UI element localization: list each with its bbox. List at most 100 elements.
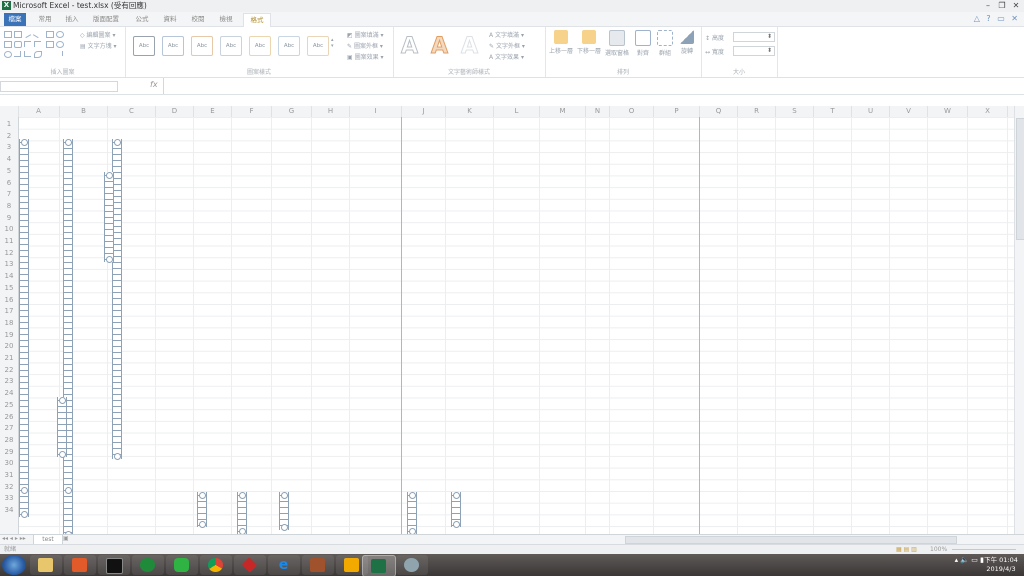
shape-outline-button[interactable]: ✎ 圖案外框 ▾ (347, 41, 383, 50)
shape-handle[interactable] (453, 521, 460, 528)
brace-shape-icon[interactable] (46, 51, 52, 56)
shape-handle[interactable] (114, 139, 121, 146)
row-header-31[interactable]: 31 (0, 470, 18, 482)
row-header-7[interactable]: 7 (0, 189, 18, 201)
row-header-6[interactable]: 6 (0, 178, 18, 190)
curve-shape-icon[interactable] (34, 51, 42, 58)
formula-input[interactable] (163, 78, 1014, 94)
column-header-P[interactable]: P (654, 106, 700, 117)
row-header-14[interactable]: 14 (0, 271, 18, 283)
row-header-1[interactable]: 1 (0, 119, 18, 131)
ribbon-help-icons[interactable]: △ ? ▭ ✕ (974, 14, 1020, 23)
arrow-shape-icon[interactable] (14, 51, 21, 57)
height-spinner[interactable]: ⬍ (733, 32, 775, 42)
column-header-M[interactable]: M (540, 106, 586, 117)
row-header-9[interactable]: 9 (0, 213, 18, 225)
tab-view[interactable]: 檢視 (214, 13, 238, 26)
column-header-O[interactable]: O (610, 106, 654, 117)
column-header-I[interactable]: I (350, 106, 402, 117)
triangle-shape-icon[interactable] (4, 51, 12, 58)
minimize-button[interactable]: – (982, 1, 994, 10)
row-header-13[interactable]: 13 (0, 259, 18, 271)
tab-review[interactable]: 校閱 (186, 13, 210, 26)
row-header-2[interactable]: 2 (0, 131, 18, 143)
shape-style-swatch[interactable]: Abc (307, 36, 329, 56)
column-header-B[interactable]: B (60, 106, 108, 117)
tab-page-layout[interactable]: 版面配置 (88, 13, 124, 26)
wordart-style-orange[interactable]: A (430, 34, 448, 60)
column-header-A[interactable]: A (18, 106, 60, 117)
shape-effects-button[interactable]: ▣ 圖案效果 ▾ (347, 52, 384, 61)
row-header-32[interactable]: 32 (0, 482, 18, 494)
row-header-20[interactable]: 20 (0, 341, 18, 353)
align-button[interactable]: 對齊 (631, 30, 655, 57)
row-header-34[interactable]: 34 (0, 505, 18, 517)
text-fill-button[interactable]: A 文字填滿 ▾ (489, 30, 524, 39)
taskbar-red-app[interactable] (234, 555, 266, 575)
tab-format[interactable]: 格式 (243, 13, 271, 27)
taskbar-internet-explorer[interactable]: e (268, 555, 300, 575)
shape-style-swatch[interactable]: Abc (191, 36, 213, 56)
selection-pane-button[interactable]: 選取窗格 (605, 30, 629, 57)
textbox-shape-icon[interactable] (14, 31, 22, 38)
group-objects-button[interactable]: 群組 (653, 30, 677, 57)
shape-handle[interactable] (21, 511, 28, 518)
tab-home[interactable]: 常用 (33, 13, 57, 26)
line-shape-icon[interactable] (22, 29, 32, 39)
taskbar-clock[interactable]: 下午 01:04 2019/4/3 (982, 556, 1020, 574)
row-header-23[interactable]: 23 (0, 376, 18, 388)
corner-shape-icon[interactable] (24, 51, 31, 57)
column-header-X[interactable]: X (968, 106, 1008, 117)
hexagon-shape-icon[interactable] (56, 41, 64, 48)
rectangle-shape-icon[interactable] (46, 31, 54, 38)
sheet-nav-arrows-icon[interactable]: ◂◂ ◂ ▸ ▸▸ (2, 535, 26, 542)
column-header-L[interactable]: L (494, 106, 540, 117)
connector-shape[interactable] (63, 487, 73, 534)
row-header-11[interactable]: 11 (0, 236, 18, 248)
shape-handle[interactable] (239, 492, 246, 499)
column-header-F[interactable]: F (232, 106, 272, 117)
rectangle-shape-icon[interactable] (4, 31, 12, 38)
shape-handle[interactable] (59, 451, 66, 458)
row-header-22[interactable]: 22 (0, 365, 18, 377)
select-all-corner[interactable] (0, 106, 19, 117)
column-header-T[interactable]: T (814, 106, 852, 117)
oval-shape-icon[interactable] (56, 31, 64, 38)
arrow-shape-icon[interactable] (46, 41, 54, 48)
text-box-button[interactable]: ▤ 文字方塊 ▾ (80, 41, 117, 50)
system-tray-icons[interactable]: ▴ 🔈 ▭ ▮ (955, 556, 984, 564)
column-header-S[interactable]: S (776, 106, 814, 117)
zoom-slider[interactable] (952, 549, 1016, 550)
shape-handle[interactable] (453, 492, 460, 499)
width-spinner[interactable]: ⬍ (733, 46, 775, 56)
row-header-15[interactable]: 15 (0, 283, 18, 295)
row-header-3[interactable]: 3 (0, 142, 18, 154)
shape-handle[interactable] (409, 492, 416, 499)
row-header-26[interactable]: 26 (0, 412, 18, 424)
column-header-U[interactable]: U (852, 106, 890, 117)
close-button[interactable]: ✕ (1010, 1, 1022, 10)
horizontal-scroll-thumb[interactable] (625, 536, 957, 544)
row-header-16[interactable]: 16 (0, 295, 18, 307)
brace-shape-icon[interactable] (56, 51, 63, 56)
windows-start-button[interactable] (2, 555, 26, 575)
taskbar-terminal[interactable] (98, 555, 130, 575)
shape-style-swatch[interactable]: Abc (133, 36, 155, 56)
row-header-17[interactable]: 17 (0, 306, 18, 318)
row-header-12[interactable]: 12 (0, 248, 18, 260)
tab-data[interactable]: 資料 (158, 13, 182, 26)
connector-shape[interactable] (104, 172, 114, 262)
column-header-K[interactable]: K (446, 106, 494, 117)
styles-scroll-icon[interactable]: ▴ ▾ (331, 37, 334, 49)
column-header-Q[interactable]: Q (700, 106, 738, 117)
shape-handle[interactable] (199, 521, 206, 528)
row-header-10[interactable]: 10 (0, 224, 18, 236)
shape-handle[interactable] (21, 139, 28, 146)
column-header-W[interactable]: W (928, 106, 968, 117)
tab-insert[interactable]: 插入 (60, 13, 84, 26)
shape-handle[interactable] (106, 172, 113, 179)
tab-file[interactable]: 檔案 (4, 13, 26, 26)
shape-handle[interactable] (65, 139, 72, 146)
row-header-21[interactable]: 21 (0, 353, 18, 365)
connector-shape[interactable] (19, 139, 29, 514)
